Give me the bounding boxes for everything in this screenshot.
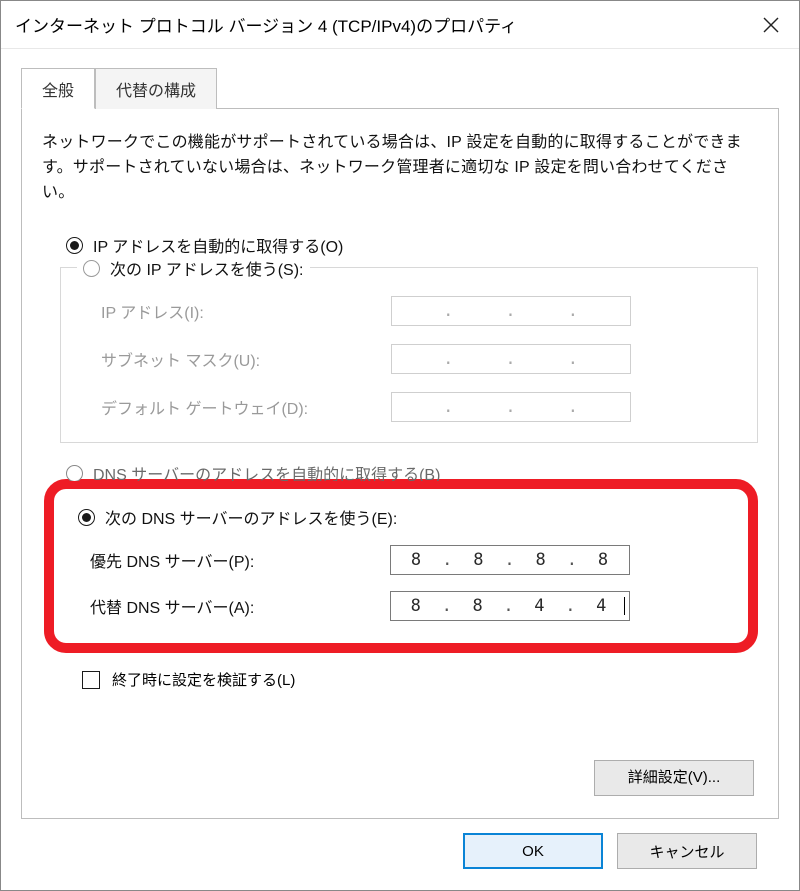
intro-text: ネットワークでこの機能がサポートされている場合は、IP 設定を自動的に取得するこ… [42, 131, 758, 205]
radio-dns-manual[interactable]: 次の DNS サーバーのアドレスを使う(E): [78, 505, 730, 529]
pref-dns-input[interactable]: 8. 8. 8. 8 [390, 545, 630, 575]
tab-alternate[interactable]: 代替の構成 [95, 68, 217, 109]
checkbox-icon [82, 671, 100, 689]
pref-dns-label: 優先 DNS サーバー(P): [90, 548, 390, 572]
radio-dns-auto-label: DNS サーバーのアドレスを自動的に取得する(B) [93, 465, 440, 481]
radio-icon [78, 509, 95, 526]
dns-highlight-box: 次の DNS サーバーのアドレスを使う(E): 優先 DNS サーバー(P): … [44, 479, 758, 653]
radio-ip-auto[interactable]: IP アドレスを自動的に取得する(O) [66, 233, 758, 257]
radio-icon [66, 237, 83, 254]
subnet-row: サブネット マスク(U): ... [101, 344, 743, 374]
pref-dns-row: 優先 DNS サーバー(P): 8. 8. 8. 8 [90, 545, 730, 575]
radio-icon [83, 260, 100, 277]
gateway-row: デフォルト ゲートウェイ(D): ... [101, 392, 743, 422]
ok-button[interactable]: OK [463, 833, 603, 869]
validate-label: 終了時に設定を検証する(L) [112, 669, 295, 690]
alt-dns-label: 代替 DNS サーバー(A): [90, 594, 390, 618]
validate-checkbox-row[interactable]: 終了時に設定を検証する(L) [82, 669, 758, 690]
radio-ip-manual-label: 次の IP アドレスを使う(S): [110, 256, 304, 280]
content-area: 全般 代替の構成 ネットワークでこの機能がサポートされている場合は、IP 設定を… [1, 49, 799, 890]
ip-address-row: IP アドレス(I): ... [101, 296, 743, 326]
close-icon [763, 17, 779, 33]
radio-ip-manual[interactable]: 次の IP アドレスを使う(S): [77, 256, 310, 280]
gateway-label: デフォルト ゲートウェイ(D): [101, 395, 391, 419]
tab-body-general: ネットワークでこの機能がサポートされている場合は、IP 設定を自動的に取得するこ… [21, 109, 779, 819]
window-title: インターネット プロトコル バージョン 4 (TCP/IPv4)のプロパティ [15, 12, 517, 37]
cancel-button[interactable]: キャンセル [617, 833, 757, 869]
titlebar: インターネット プロトコル バージョン 4 (TCP/IPv4)のプロパティ [1, 1, 799, 49]
tab-strip: 全般 代替の構成 [21, 67, 779, 109]
dialog-window: インターネット プロトコル バージョン 4 (TCP/IPv4)のプロパティ 全… [0, 0, 800, 891]
dialog-footer: OK キャンセル [21, 819, 779, 885]
subnet-input[interactable]: ... [391, 344, 631, 374]
ip-address-input[interactable]: ... [391, 296, 631, 326]
subnet-label: サブネット マスク(U): [101, 347, 391, 371]
gateway-input[interactable]: ... [391, 392, 631, 422]
ip-manual-group: 次の IP アドレスを使う(S): IP アドレス(I): ... サブネット … [60, 267, 758, 443]
advanced-button[interactable]: 詳細設定(V)... [594, 760, 754, 796]
radio-icon [66, 465, 83, 481]
close-button[interactable] [743, 1, 799, 49]
alt-dns-row: 代替 DNS サーバー(A): 8. 8. 4. 4 [90, 591, 730, 621]
radio-dns-manual-label: 次の DNS サーバーのアドレスを使う(E): [105, 505, 397, 529]
radio-ip-auto-label: IP アドレスを自動的に取得する(O) [93, 233, 343, 257]
text-caret [624, 597, 625, 615]
alt-dns-input[interactable]: 8. 8. 4. 4 [390, 591, 630, 621]
tab-general[interactable]: 全般 [21, 68, 95, 109]
ip-address-label: IP アドレス(I): [101, 299, 391, 323]
